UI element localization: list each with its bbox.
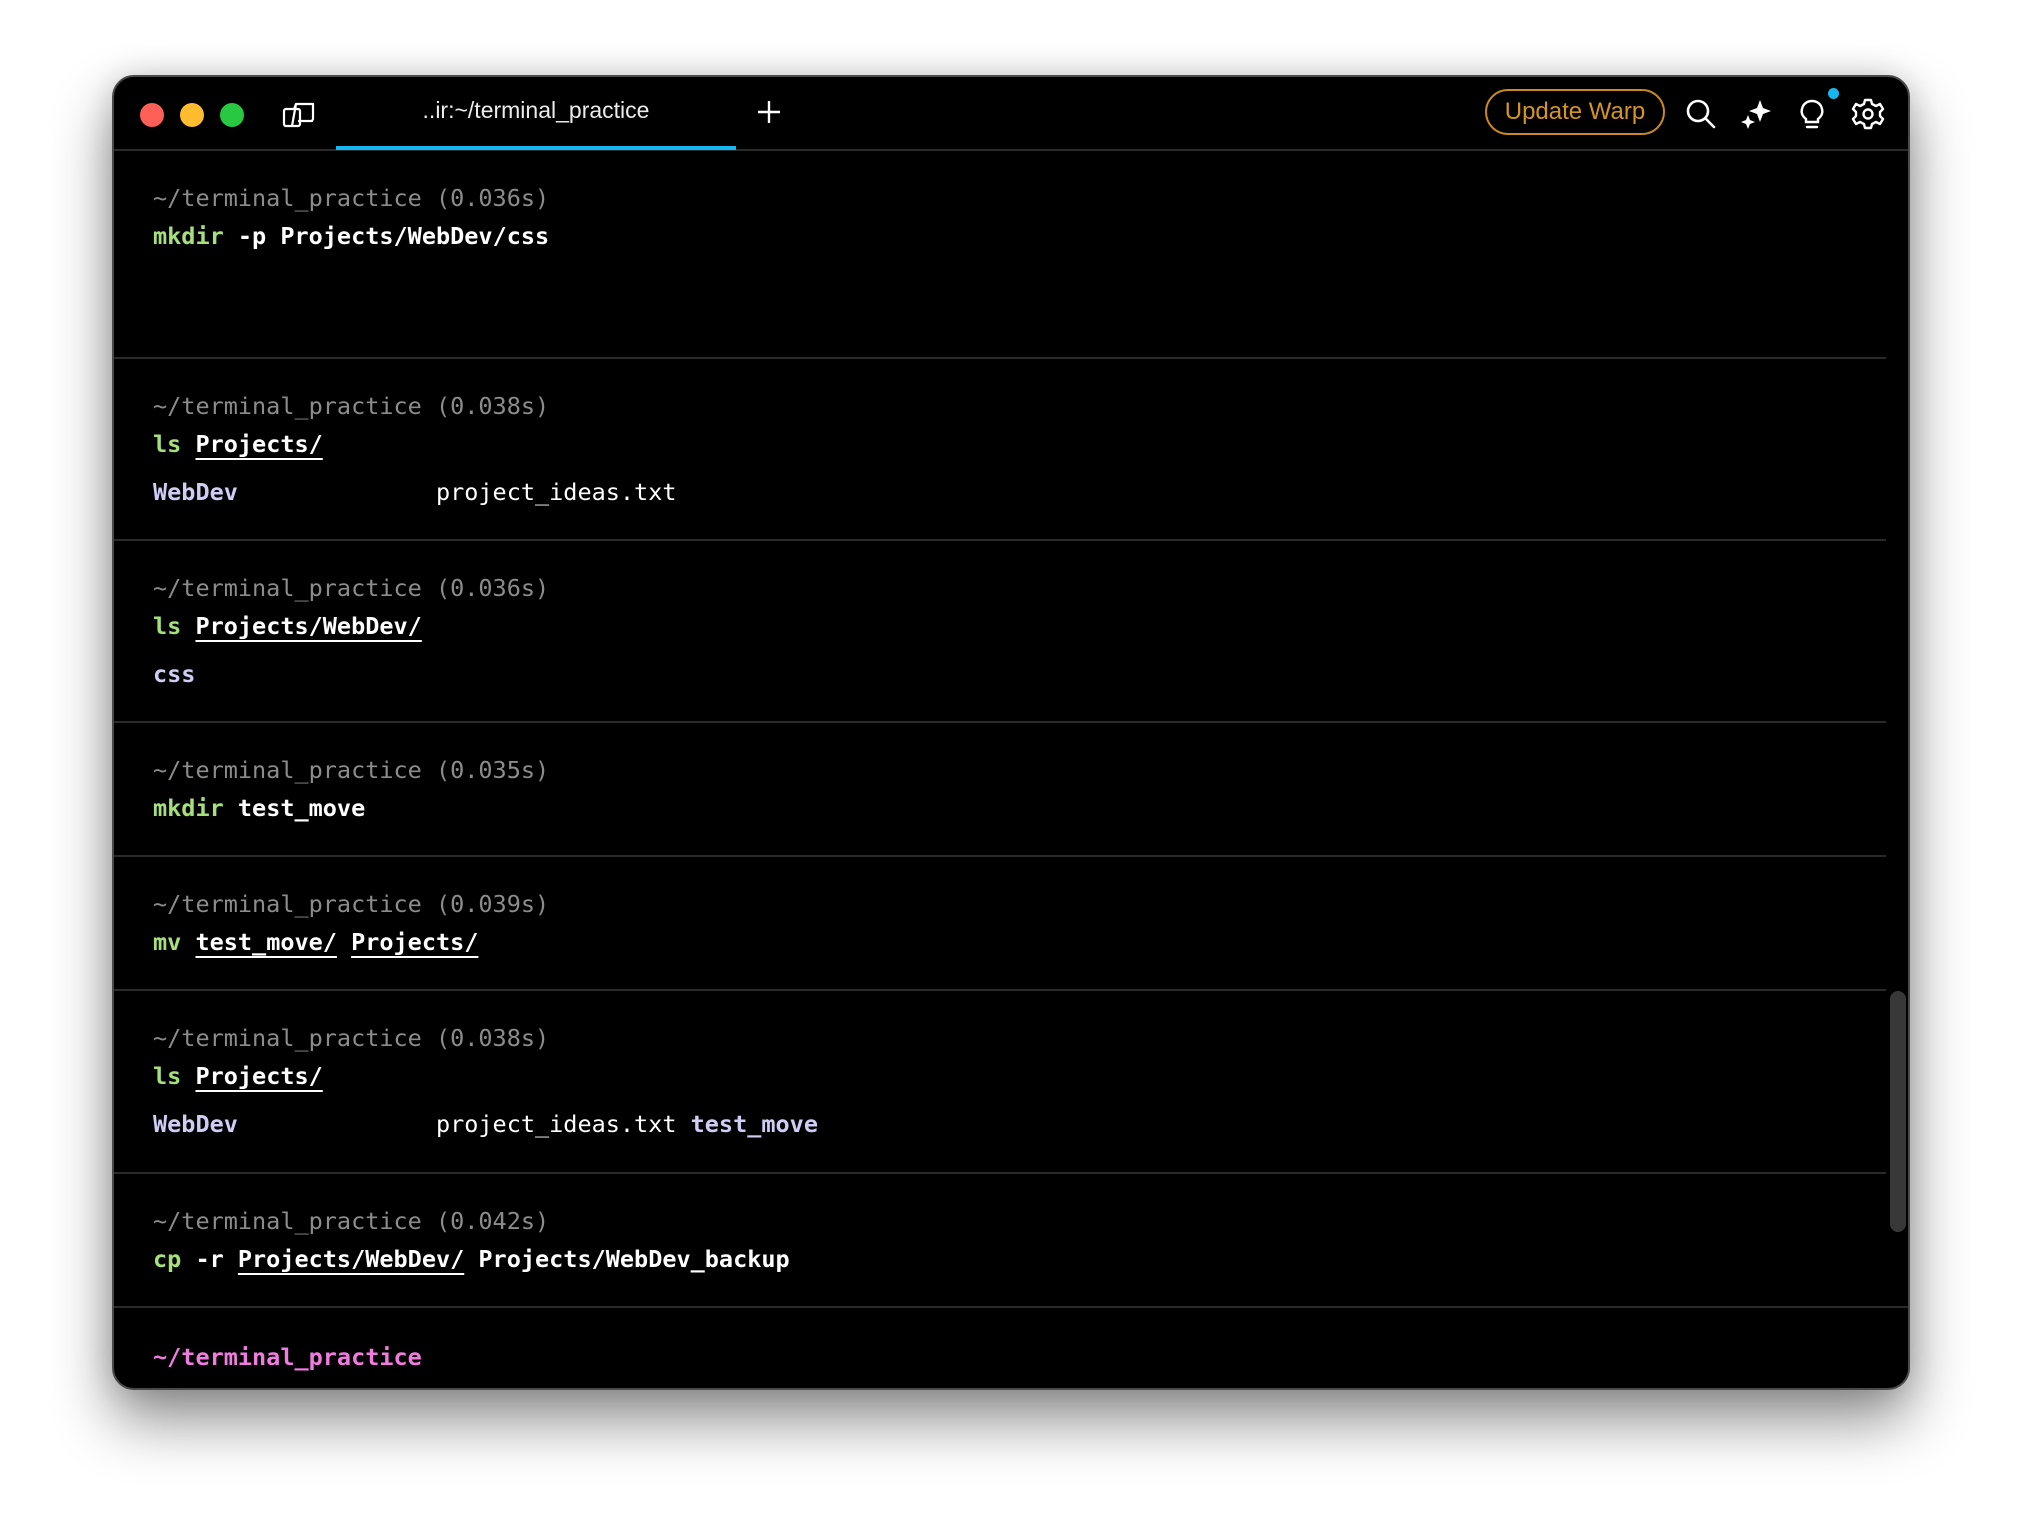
command-block[interactable]: ~/terminal_practice (0.042s) cp -r Projec… (114, 1174, 1908, 1308)
current-prompt[interactable]: ~/terminal_practice (153, 1343, 422, 1371)
command-line: cp -r Projects/WebDev/ Projects/WebDev_b… (153, 1245, 790, 1273)
command-line: mkdir -p Projects/WebDev/css (153, 222, 549, 250)
output-file: project_ideas.txt (435, 478, 677, 506)
command-arg (181, 430, 195, 458)
path-link[interactable]: Projects/WebDev/ (238, 1245, 464, 1273)
command-block[interactable]: ~/terminal_practice (0.038s) ls Projects/… (114, 991, 1886, 1174)
command-name: mv (153, 928, 182, 956)
output-directory: test_move (690, 1110, 818, 1138)
notification-dot (1828, 88, 1839, 99)
command-name: mkdir (153, 794, 224, 822)
tab-bar: ..ir:~/terminal_practice Update Warp (114, 77, 1908, 151)
command-block[interactable]: ~/terminal_practice (0.039s) mv test_move… (114, 857, 1886, 991)
warp-terminal-window: ..ir:~/terminal_practice Update Warp ~/t… (112, 75, 1910, 1390)
tab-terminal-practice[interactable]: ..ir:~/terminal_practice (336, 77, 736, 150)
command-arg (181, 612, 195, 640)
path-link[interactable]: Projects/WebDev/ (195, 612, 421, 640)
command-block[interactable]: ~/terminal_practice (0.035s) mkdir test_m… (114, 723, 1886, 857)
output-directory: css (153, 660, 196, 688)
tab-label: ..ir:~/terminal_practice (422, 97, 650, 123)
command-arg: -p Projects/WebDev/css (223, 222, 550, 250)
command-line: mkdir test_move (153, 794, 365, 822)
block-header: ~/terminal_practice (0.035s) (153, 756, 550, 784)
command-arg: -r (181, 1245, 238, 1273)
block-header: ~/terminal_practice (0.036s) (153, 184, 550, 212)
search-icon[interactable] (1684, 97, 1718, 131)
path-link[interactable]: Projects/ (351, 928, 478, 956)
command-name: ls (153, 430, 182, 458)
block-header: ~/terminal_practice (0.042s) (153, 1207, 550, 1235)
sparkle-ai-icon[interactable] (1739, 97, 1773, 131)
command-arg (337, 928, 351, 956)
path-link[interactable]: Projects/ (195, 430, 322, 458)
command-name: cp (153, 1245, 182, 1273)
command-output: WebDev project_ideas.txt (153, 478, 677, 506)
command-output: css (153, 660, 195, 688)
command-name: ls (153, 1062, 182, 1090)
command-line: mv test_move/ Projects/ (153, 928, 478, 956)
command-output: WebDev project_ideas.txt test_move (153, 1110, 818, 1138)
command-line: ls Projects/ (153, 1062, 323, 1090)
path-link[interactable]: Projects/ (195, 1062, 322, 1090)
path-link[interactable]: test_move/ (195, 928, 336, 956)
command-block[interactable]: ~/terminal_practice (0.036s) mkdir -p Pro… (114, 151, 1886, 359)
block-header: ~/terminal_practice (0.036s) (153, 574, 550, 602)
update-warp-button[interactable]: Update Warp (1485, 89, 1665, 135)
command-arg: test_move (223, 794, 366, 822)
output-directory: WebDev (153, 1110, 436, 1138)
command-arg: Projects/WebDev_backup (464, 1245, 790, 1273)
command-arg (181, 928, 195, 956)
sidebar-toggle-icon[interactable] (282, 101, 316, 129)
block-header: ~/terminal_practice (0.039s) (153, 890, 550, 918)
command-block[interactable]: ~/terminal_practice (0.036s) ls Projects/… (114, 541, 1886, 723)
maximize-window-button[interactable] (220, 103, 244, 127)
scrollbar-thumb[interactable] (1890, 991, 1906, 1232)
command-line: ls Projects/ (153, 430, 323, 458)
minimize-window-button[interactable] (180, 103, 204, 127)
block-header: ~/terminal_practice (0.038s) (153, 1024, 550, 1052)
command-name: mkdir (153, 222, 224, 250)
terminal-blocks-area[interactable]: ~/terminal_practice (0.036s) mkdir -p Pro… (114, 151, 1908, 1388)
command-block[interactable]: ~/terminal_practice (0.038s) ls Projects/… (114, 359, 1886, 541)
plus-icon[interactable] (752, 95, 786, 129)
close-window-button[interactable] (140, 103, 164, 127)
block-header: ~/terminal_practice (0.038s) (153, 392, 550, 420)
lightbulb-icon[interactable] (1795, 97, 1829, 131)
command-arg (181, 1062, 195, 1090)
command-name: ls (153, 612, 182, 640)
command-line: ls Projects/WebDev/ (153, 612, 422, 640)
active-tab-indicator (336, 146, 736, 150)
output-file: project_ideas.txt (435, 1110, 691, 1138)
gear-icon[interactable] (1851, 97, 1885, 131)
output-directory: WebDev (153, 478, 436, 506)
